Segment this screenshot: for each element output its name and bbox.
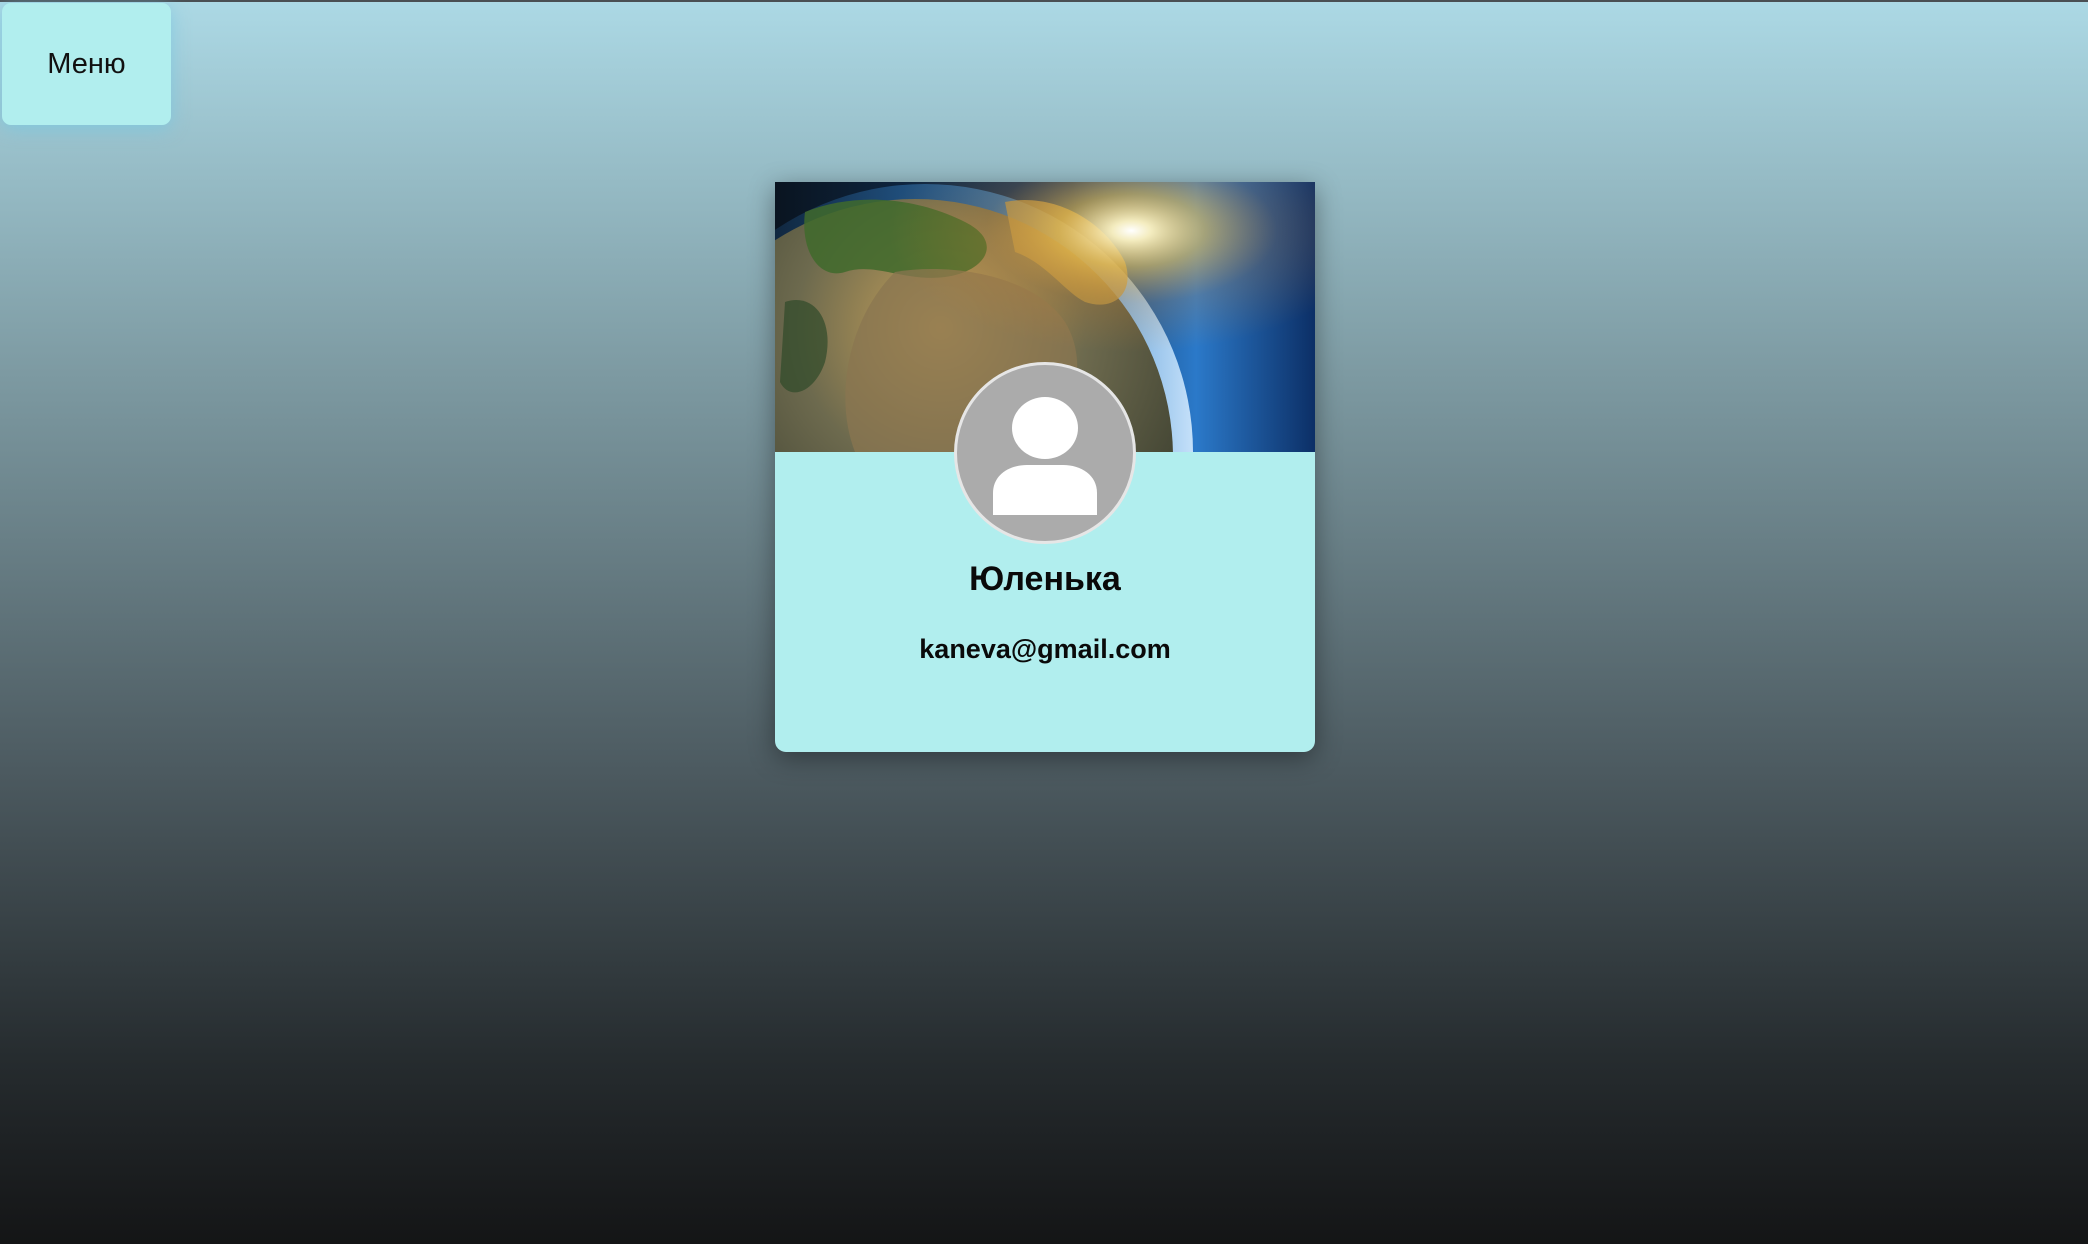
profile-card: Юленька kaneva@gmail.com bbox=[775, 182, 1315, 752]
menu-button[interactable]: Меню bbox=[2, 3, 171, 125]
user-silhouette-icon bbox=[993, 397, 1097, 515]
profile-email: kaneva@gmail.com bbox=[919, 634, 1171, 664]
menu-button-label: Меню bbox=[47, 47, 126, 80]
profile-name: Юленька bbox=[969, 560, 1121, 598]
avatar[interactable] bbox=[954, 362, 1136, 544]
window-top-border bbox=[0, 0, 2088, 2]
